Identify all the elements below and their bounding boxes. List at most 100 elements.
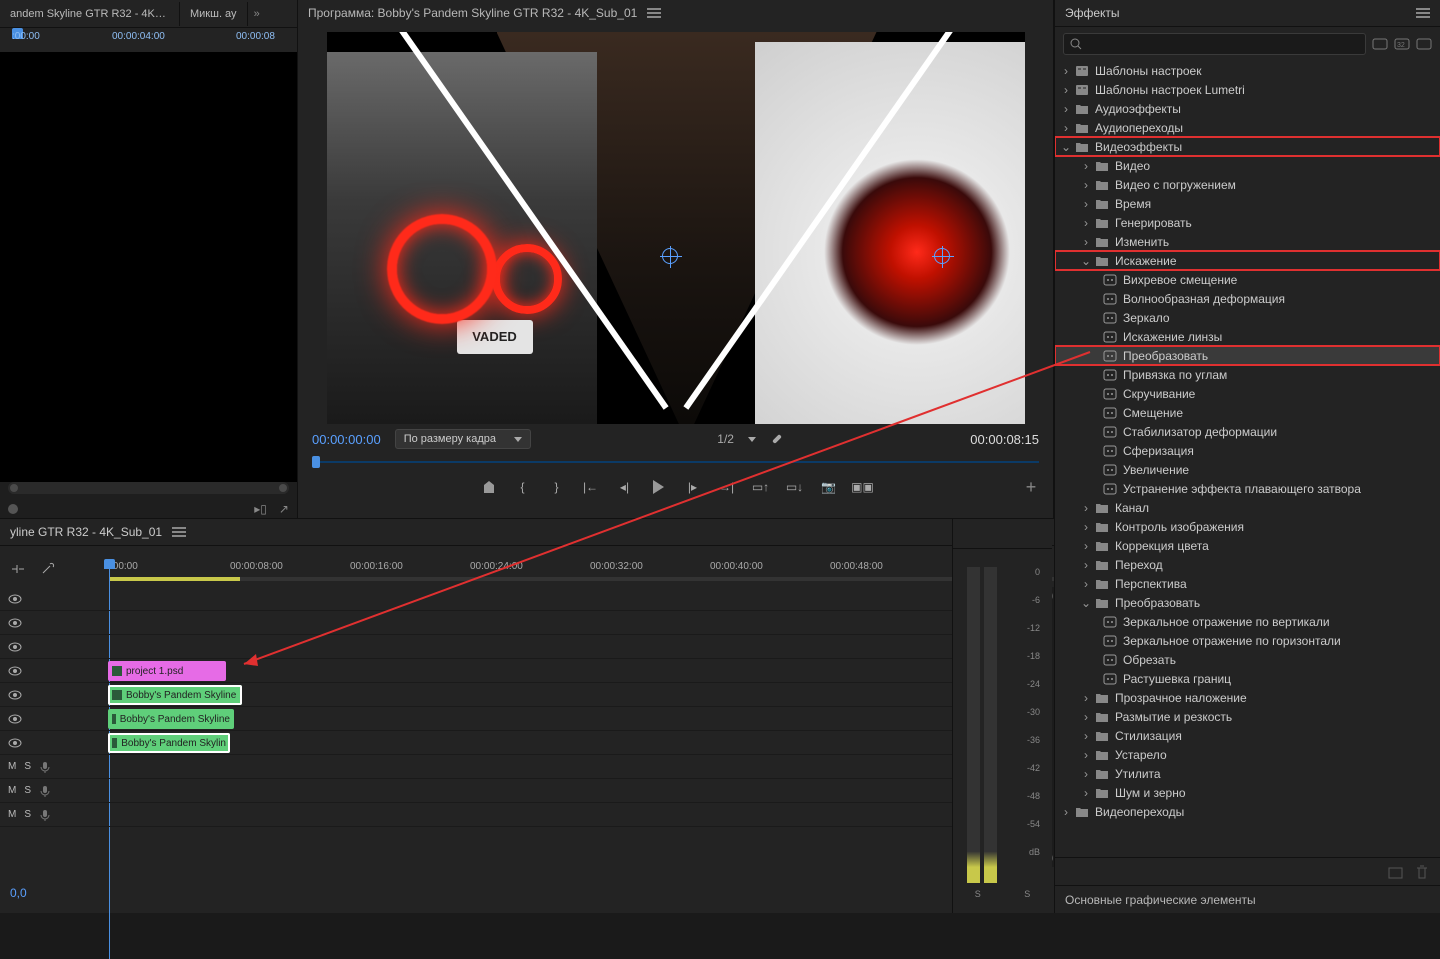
- tab-more-icon[interactable]: »: [254, 8, 260, 20]
- insert-icon[interactable]: ▸▯: [254, 502, 267, 516]
- effects-item[interactable]: Скручивание: [1055, 384, 1440, 403]
- timeline-clip[interactable]: Bobby's Pandem Skyline: [108, 709, 234, 729]
- effects-folder[interactable]: ›Перспектива: [1055, 574, 1440, 593]
- effects-folder[interactable]: ›Утилита: [1055, 764, 1440, 783]
- track-row[interactable]: [106, 611, 1042, 635]
- eye-icon[interactable]: [8, 712, 22, 726]
- effects-folder[interactable]: ›Аудиоэффекты: [1055, 99, 1440, 118]
- solo-button[interactable]: S: [24, 809, 31, 820]
- source-ruler[interactable]: :00:00 00:00:04:00 00:00:08: [0, 28, 297, 52]
- track-header[interactable]: [0, 731, 106, 755]
- new-bin-icon[interactable]: [1388, 864, 1404, 880]
- track-row[interactable]: project 1.psd: [106, 659, 1042, 683]
- solo-button[interactable]: S: [24, 785, 31, 796]
- audio-track-row[interactable]: [106, 755, 1042, 779]
- step-back-icon[interactable]: ◂|: [617, 479, 633, 495]
- timeline-clip[interactable]: project 1.psd: [108, 661, 226, 681]
- source-tab-1[interactable]: andem Skyline GTR R32 - 4K_Sub_03: [0, 2, 180, 26]
- solo-button[interactable]: S: [24, 761, 31, 772]
- wrench-icon[interactable]: [770, 432, 784, 446]
- effects-folder[interactable]: ›Прозрачное наложение: [1055, 688, 1440, 707]
- track-row[interactable]: [106, 587, 1042, 611]
- page-info[interactable]: 1/2: [717, 432, 734, 446]
- effects-item[interactable]: Смещение: [1055, 403, 1440, 422]
- effects-folder[interactable]: ›Переход: [1055, 555, 1440, 574]
- export-frame-icon[interactable]: 📷: [821, 479, 837, 495]
- effects-folder[interactable]: ›Видео: [1055, 156, 1440, 175]
- effects-item[interactable]: Вихревое смещение: [1055, 270, 1440, 289]
- search-input[interactable]: [1086, 38, 1359, 50]
- program-viewport[interactable]: VADED: [327, 32, 1025, 424]
- timeline-clip[interactable]: Bobby's Pandem Skyline: [108, 685, 242, 705]
- trash-icon[interactable]: [1414, 864, 1430, 880]
- effects-folder[interactable]: ›Шум и зерно: [1055, 783, 1440, 802]
- snap-icon[interactable]: [10, 561, 26, 577]
- track-row[interactable]: Bobby's Pandem Skylin: [106, 731, 1042, 755]
- extract-icon[interactable]: ▭↓: [787, 479, 803, 495]
- settings-wrench-icon[interactable]: [40, 561, 56, 577]
- audio-track-header[interactable]: MS: [0, 755, 106, 779]
- timeline-ruler[interactable]: :00:0000:00:08:0000:00:16:0000:00:24:000…: [106, 559, 1054, 587]
- effects-folder[interactable]: ›Шаблоны настроек: [1055, 61, 1440, 80]
- audio-track-header[interactable]: MS: [0, 779, 106, 803]
- effects-item[interactable]: Обрезать: [1055, 650, 1440, 669]
- marker-in-icon[interactable]: [481, 479, 497, 495]
- graphics-panel-header[interactable]: Основные графические элементы: [1055, 885, 1440, 913]
- effects-folder[interactable]: ›Канал: [1055, 498, 1440, 517]
- effects-folder[interactable]: ›Стилизация: [1055, 726, 1440, 745]
- effects-item[interactable]: Волнообразная деформация: [1055, 289, 1440, 308]
- track-header[interactable]: [0, 707, 106, 731]
- effects-folder[interactable]: ⌄Видеоэффекты: [1055, 137, 1440, 156]
- mark-in-icon[interactable]: {: [515, 479, 531, 495]
- effects-item[interactable]: Преобразовать: [1055, 346, 1440, 365]
- hamburger-icon[interactable]: [1416, 8, 1430, 18]
- export-icon[interactable]: ↗: [279, 502, 289, 516]
- mute-button[interactable]: M: [8, 809, 16, 820]
- effects-item[interactable]: Зеркальное отражение по вертикали: [1055, 612, 1440, 631]
- effects-item[interactable]: Сферизация: [1055, 441, 1440, 460]
- audio-track-row[interactable]: [106, 779, 1042, 803]
- effects-folder[interactable]: ›Устарело: [1055, 745, 1440, 764]
- badge-32-icon[interactable]: 32: [1394, 36, 1410, 52]
- effects-folder[interactable]: ›Контроль изображения: [1055, 517, 1440, 536]
- mute-button[interactable]: M: [8, 761, 16, 772]
- track-row[interactable]: Bobby's Pandem Skyline: [106, 683, 1042, 707]
- effects-item[interactable]: Растушевка границ: [1055, 669, 1440, 688]
- zoom-select[interactable]: По размеру кадра: [395, 429, 531, 449]
- hamburger-icon[interactable]: [647, 8, 661, 18]
- lift-icon[interactable]: ▭↑: [753, 479, 769, 495]
- audio-track-row[interactable]: [106, 803, 1042, 827]
- eye-icon[interactable]: [8, 616, 22, 630]
- compare-icon[interactable]: ▣▣: [855, 479, 871, 495]
- add-button-icon[interactable]: +: [1023, 479, 1039, 495]
- work-area[interactable]: [110, 577, 240, 581]
- mic-icon[interactable]: [39, 809, 51, 821]
- meter-solo-label[interactable]: S: [1024, 889, 1030, 907]
- effects-item[interactable]: Привязка по углам: [1055, 365, 1440, 384]
- eye-icon[interactable]: [8, 736, 22, 750]
- track-header[interactable]: [0, 683, 106, 707]
- effects-search[interactable]: [1063, 33, 1366, 55]
- effects-item[interactable]: Зеркало: [1055, 308, 1440, 327]
- effects-folder[interactable]: ›Изменить: [1055, 232, 1440, 251]
- eye-icon[interactable]: [8, 592, 22, 606]
- effects-folder[interactable]: ›Видеопереходы: [1055, 802, 1440, 821]
- timecode-current[interactable]: 00:00:00:00: [312, 432, 381, 447]
- track-row[interactable]: [106, 635, 1042, 659]
- source-tab-2[interactable]: Микш. ау: [180, 2, 248, 26]
- eye-icon[interactable]: [8, 688, 22, 702]
- mic-icon[interactable]: [39, 761, 51, 773]
- effects-folder[interactable]: ›Видео с погружением: [1055, 175, 1440, 194]
- badge-yuv-icon[interactable]: [1416, 36, 1432, 52]
- timeline-clip[interactable]: Bobby's Pandem Skylin: [108, 733, 230, 753]
- mute-button[interactable]: M: [8, 785, 16, 796]
- effects-item[interactable]: Зеркальное отражение по горизонтали: [1055, 631, 1440, 650]
- mark-out-icon[interactable]: }: [549, 479, 565, 495]
- effects-item[interactable]: Увеличение: [1055, 460, 1440, 479]
- eye-icon[interactable]: [8, 640, 22, 654]
- step-fwd-icon[interactable]: |▸: [685, 479, 701, 495]
- timeline-cursor-tc[interactable]: 0,0: [10, 886, 27, 900]
- track-header[interactable]: [0, 659, 106, 683]
- source-scrollbar[interactable]: [8, 482, 289, 494]
- scrub-bar[interactable]: [312, 454, 1039, 470]
